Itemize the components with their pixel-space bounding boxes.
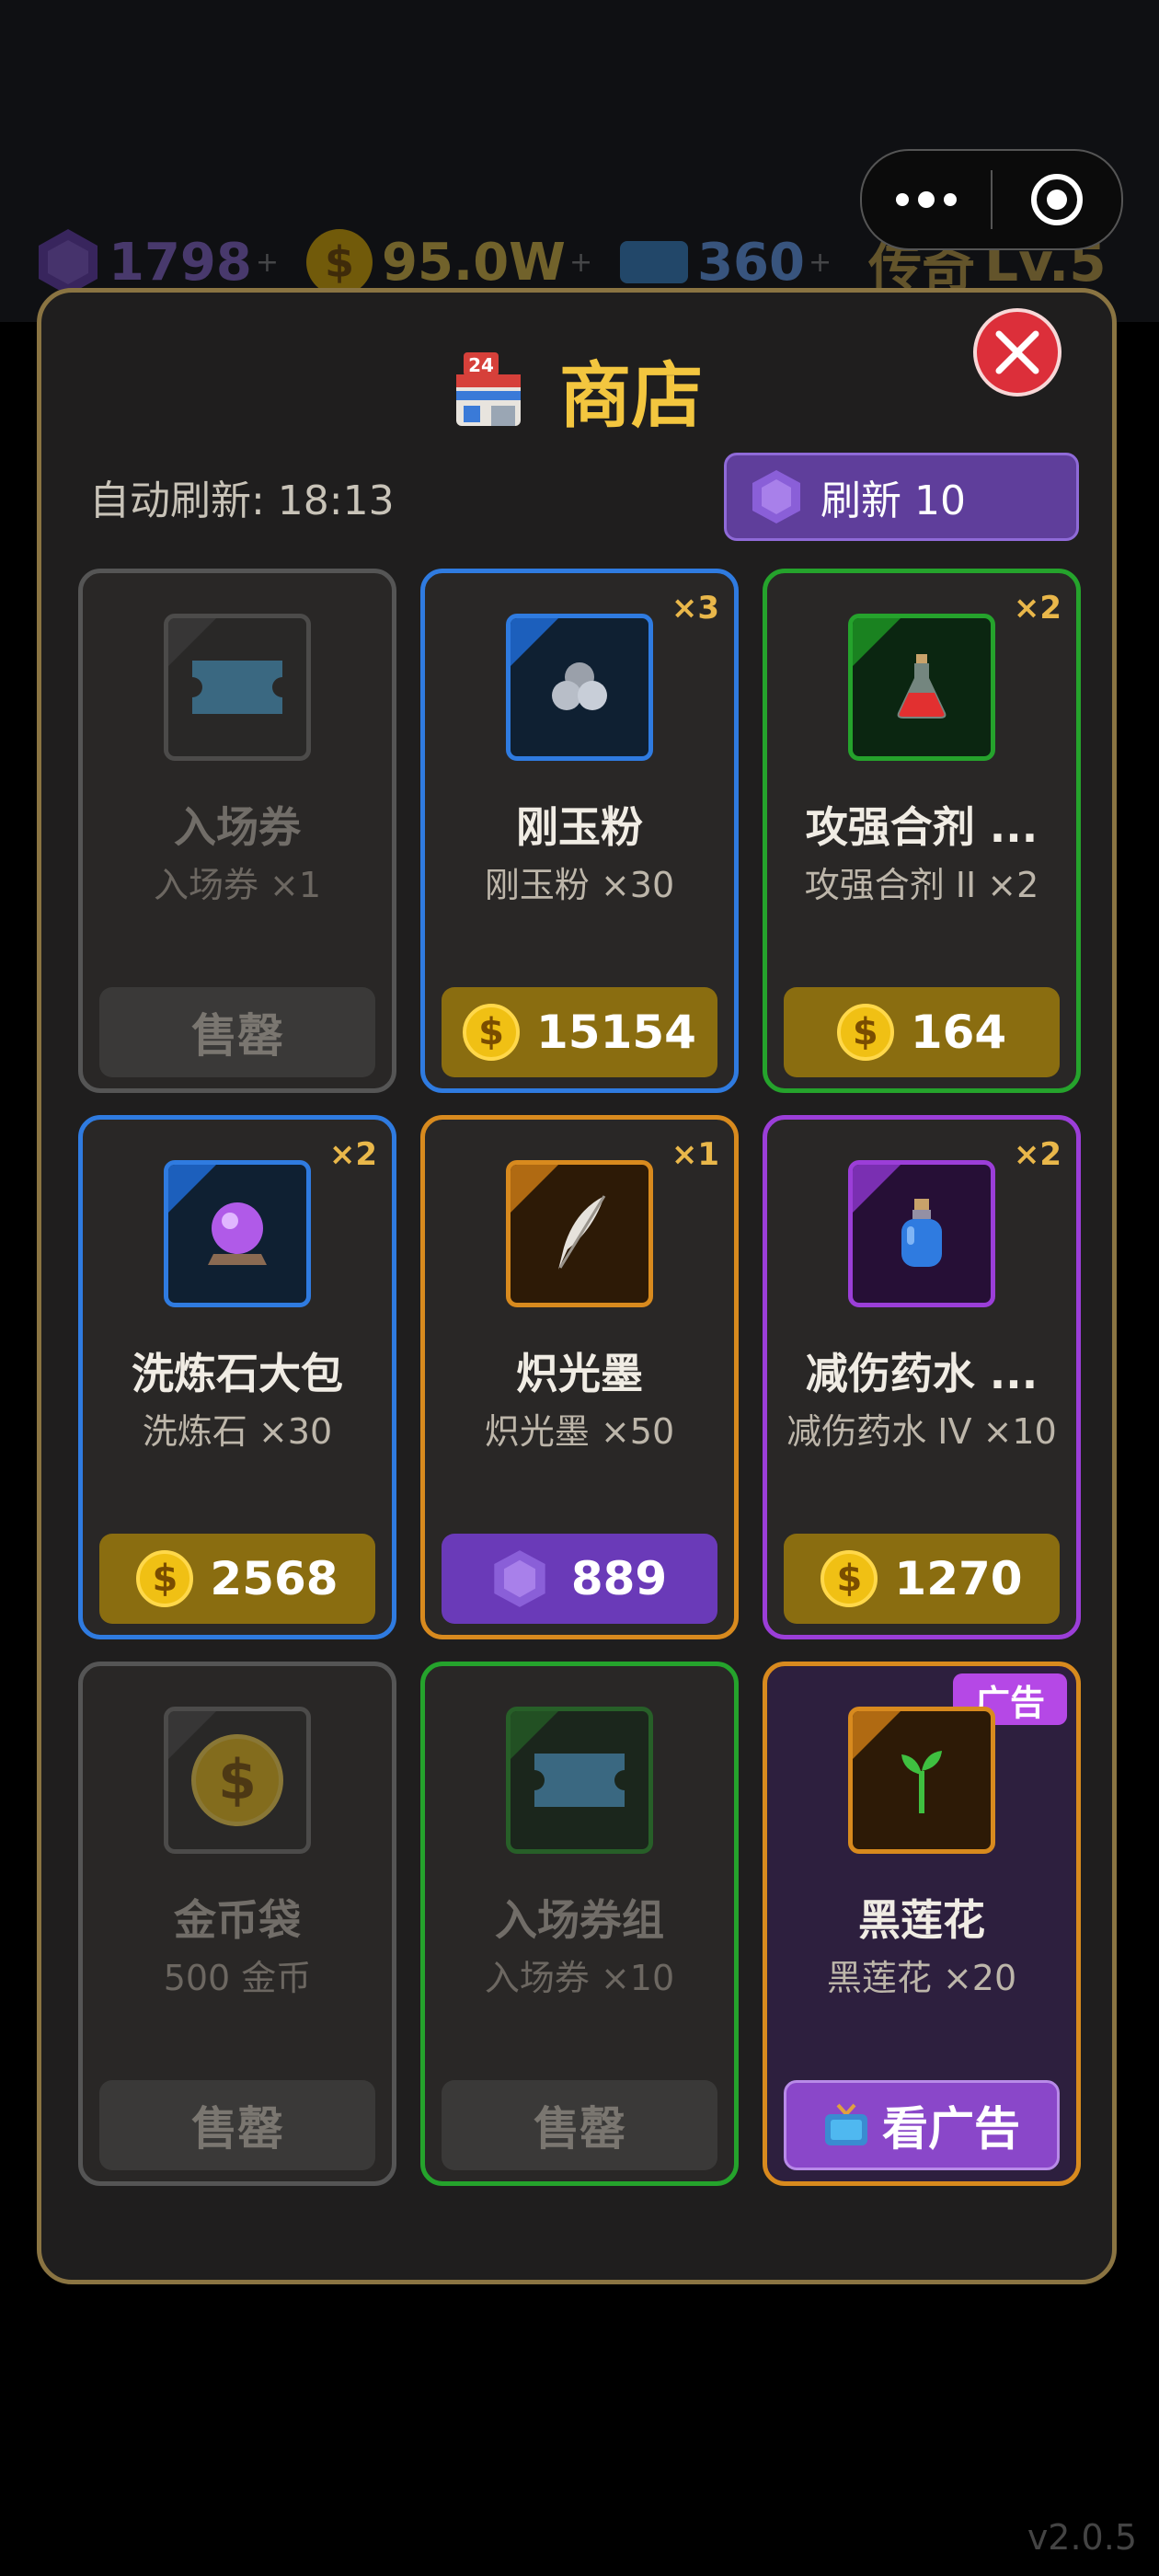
shop-header: 24 商店 bbox=[41, 339, 1112, 442]
item-icon-frame bbox=[848, 1707, 995, 1854]
gold-count: 95.0W bbox=[382, 232, 566, 293]
item-quantity: ×1 bbox=[671, 1136, 719, 1173]
item-icon-frame bbox=[164, 614, 311, 761]
item-name: 减伤药水 ... bbox=[805, 1349, 1039, 1398]
item-icon-frame bbox=[848, 614, 995, 761]
price: 1270 bbox=[894, 1552, 1023, 1605]
price: 15154 bbox=[536, 1006, 696, 1059]
refresh-button[interactable]: 刷新 10 bbox=[724, 453, 1079, 541]
refresh-button-label: 刷新 10 bbox=[820, 477, 966, 524]
item-icon-frame bbox=[506, 1707, 653, 1854]
item-quantity: ×2 bbox=[1013, 590, 1061, 627]
sprout-icon bbox=[901, 1751, 942, 1813]
item-name: 刚玉粉 bbox=[516, 802, 643, 852]
sold-out-button[interactable]: 售罄 bbox=[442, 2080, 717, 2170]
gold-coin-icon: $ bbox=[306, 229, 373, 295]
item-quantity: ×3 bbox=[671, 590, 719, 627]
item-contents: 攻强合剂 II ×2 bbox=[804, 865, 1039, 905]
item-icon-frame: $ bbox=[164, 1707, 311, 1854]
sold-out-button[interactable]: 售罄 bbox=[99, 987, 375, 1077]
more-dot-icon bbox=[896, 193, 909, 206]
target-icon bbox=[1031, 174, 1083, 225]
auto-refresh-timer: 自动刷新: 18:13 bbox=[89, 477, 395, 524]
item-contents: 洗炼石 ×30 bbox=[142, 1411, 333, 1452]
item-name: 入场券组 bbox=[495, 1895, 664, 1945]
more-button[interactable] bbox=[862, 191, 991, 208]
gold-coin-icon: $ bbox=[463, 1004, 521, 1061]
store-icon: 24 bbox=[455, 352, 521, 426]
more-dot-icon bbox=[944, 193, 957, 206]
ticket-count: 360 bbox=[697, 232, 805, 293]
gold-coin-icon: $ bbox=[136, 1550, 194, 1607]
svg-text:24: 24 bbox=[468, 354, 494, 376]
shop-item[interactable]: ×1 炽光墨 炽光墨 ×50 889 bbox=[420, 1115, 739, 1639]
shop-title: 商店 bbox=[558, 355, 703, 438]
gem-resource[interactable]: 1798 + bbox=[37, 227, 279, 297]
shop-item[interactable]: $ 金币袋 500 金币 售罄 bbox=[78, 1662, 396, 2186]
buy-gold-button[interactable]: $ 15154 bbox=[442, 987, 717, 1077]
buy-gold-button[interactable]: $ 1270 bbox=[784, 1534, 1060, 1624]
close-icon bbox=[995, 330, 1039, 374]
item-name: 入场券 bbox=[174, 802, 301, 852]
ticket-icon bbox=[620, 241, 689, 283]
version-label: v2.0.5 bbox=[1027, 2517, 1137, 2558]
blue-potion-icon bbox=[901, 1199, 942, 1267]
sold-out-button[interactable]: 售罄 bbox=[99, 2080, 375, 2170]
item-contents: 减伤药水 IV ×10 bbox=[786, 1411, 1057, 1452]
gem-icon bbox=[494, 1550, 545, 1607]
shop-item[interactable]: 入场券 入场券 ×1 售罄 bbox=[78, 569, 396, 1093]
shop-item[interactable]: ×2 洗炼石大包 洗炼石 ×30 $ 2568 bbox=[78, 1115, 396, 1639]
item-icon-frame bbox=[506, 614, 653, 761]
gem-count: 1798 bbox=[109, 232, 252, 293]
gem-icon bbox=[752, 470, 800, 523]
gold-coin-icon: $ bbox=[836, 1004, 894, 1061]
item-name: 金币袋 bbox=[174, 1895, 301, 1945]
tv-icon bbox=[825, 2103, 867, 2145]
item-icon-frame bbox=[506, 1160, 653, 1307]
item-name: 洗炼石大包 bbox=[132, 1349, 343, 1398]
close-button[interactable] bbox=[973, 308, 1061, 397]
watch-ad-button[interactable]: 看广告 bbox=[784, 2080, 1060, 2170]
gold-coin-icon: $ bbox=[820, 1550, 878, 1607]
price: 164 bbox=[910, 1006, 1007, 1059]
gold-plus: + bbox=[568, 246, 593, 279]
item-name: 攻强合剂 ... bbox=[805, 802, 1039, 852]
ticket-resource[interactable]: 360 + bbox=[620, 233, 832, 293]
item-name: 炽光墨 bbox=[516, 1349, 643, 1398]
gem-plus: + bbox=[255, 246, 279, 279]
item-contents: 入场券 ×10 bbox=[484, 1958, 675, 1998]
red-potion-icon bbox=[897, 654, 947, 719]
item-quantity: ×2 bbox=[1013, 1136, 1061, 1173]
item-contents: 入场券 ×1 bbox=[153, 865, 322, 905]
item-icon-frame bbox=[164, 1160, 311, 1307]
item-quantity: ×2 bbox=[328, 1136, 377, 1173]
miniprogram-capsule bbox=[860, 149, 1123, 250]
buy-gold-button[interactable]: $ 164 bbox=[784, 987, 1060, 1077]
price: 2568 bbox=[210, 1552, 339, 1605]
shop-item[interactable]: 入场券组 入场券 ×10 售罄 bbox=[420, 1662, 739, 2186]
buy-gem-button[interactable]: 889 bbox=[442, 1534, 717, 1624]
item-contents: 500 金币 bbox=[163, 1958, 312, 1998]
gold-resource[interactable]: $ 95.0W + bbox=[306, 229, 592, 295]
more-dot-icon bbox=[918, 191, 935, 208]
gem-icon bbox=[39, 229, 98, 295]
shop-item[interactable]: ×2 攻强合剂 ... 攻强合剂 II ×2 $ 164 bbox=[763, 569, 1081, 1093]
ticket-plus: + bbox=[808, 246, 832, 279]
shop-item[interactable]: 广告 黑莲花 黑莲花 ×20 看广告 bbox=[763, 1662, 1081, 2186]
item-contents: 黑莲花 ×20 bbox=[826, 1958, 1017, 1998]
watch-ad-label: 看广告 bbox=[882, 2102, 1020, 2156]
buy-gold-button[interactable]: $ 2568 bbox=[99, 1534, 375, 1624]
shop-panel: 24 商店 自动刷新: 18:13 刷新 10 入场券 入场券 ×1 售罄 ×3… bbox=[37, 288, 1117, 2284]
price: 889 bbox=[570, 1552, 668, 1605]
shop-item[interactable]: ×3 刚玉粉 刚玉粉 ×30 $ 15154 bbox=[420, 569, 739, 1093]
item-name: 黑莲花 bbox=[858, 1895, 985, 1945]
close-miniprogram-button[interactable] bbox=[993, 174, 1121, 225]
item-contents: 炽光墨 ×50 bbox=[484, 1411, 675, 1452]
item-contents: 刚玉粉 ×30 bbox=[484, 865, 675, 905]
item-icon-frame bbox=[848, 1160, 995, 1307]
shop-item[interactable]: ×2 减伤药水 ... 减伤药水 IV ×10 $ 1270 bbox=[763, 1115, 1081, 1639]
